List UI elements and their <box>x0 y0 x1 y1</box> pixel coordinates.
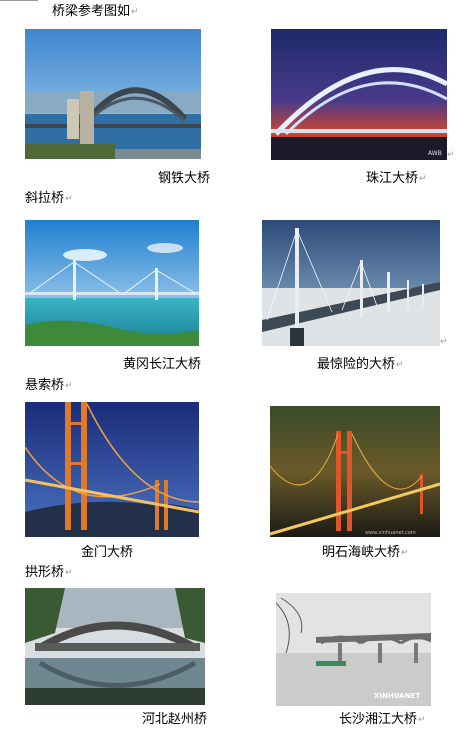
photo-most-thrilling-bridge <box>262 220 440 346</box>
document-title: 桥梁参考图如 <box>52 4 131 19</box>
caption-steel-bridge: 钢铁大桥 <box>158 171 211 186</box>
section-heading-cable-stayed: 斜拉桥 <box>25 191 65 206</box>
watermark-xinhuanet-url: www.xinhuanet.com <box>365 530 416 536</box>
caption-line: 钢铁大桥 <box>158 171 210 187</box>
caption-line: 长沙湘江大桥↵ <box>339 712 426 728</box>
paragraph-mark: ↵ <box>65 381 73 391</box>
caption-line: 河北赵州桥 <box>142 712 207 728</box>
caption-huanggang-bridge: 黄冈长江大桥 <box>123 357 202 372</box>
caption-line: 黄冈长江大桥 <box>123 357 201 373</box>
caption-line: 珠江大桥↵ <box>366 171 427 187</box>
paragraph-mark: ↵ <box>440 337 448 347</box>
photo-huanggang-bridge <box>25 220 199 346</box>
paragraph-mark: ↵ <box>65 568 73 578</box>
section-heading-line: 斜拉桥↵ <box>25 191 73 207</box>
photo-akashi-bridge: www.xinhuanet.com <box>270 406 440 537</box>
caption-golden-gate-bridge: 金门大桥 <box>81 545 134 560</box>
caption-zhujiang-bridge: 珠江大桥 <box>366 171 419 186</box>
paragraph-mark: ↵ <box>447 150 455 160</box>
photo-zhujiang-bridge: AWB <box>271 29 447 160</box>
photo-golden-gate-bridge <box>25 402 199 537</box>
document-title-line: 桥梁参考图如↵ <box>52 4 139 20</box>
paragraph-mark: ↵ <box>65 194 73 204</box>
caption-akashi-bridge: 明石海峡大桥 <box>322 545 401 560</box>
caption-line: 最惊险的大桥↵ <box>317 357 404 373</box>
photo-zhaozhou-bridge <box>25 588 205 705</box>
watermark-awb: AWB <box>428 150 442 157</box>
paragraph-mark: ↵ <box>396 360 404 370</box>
section-heading-line: 拱形桥↵ <box>25 565 73 581</box>
paragraph-mark: ↵ <box>401 548 409 558</box>
caption-line: 明石海峡大桥↵ <box>322 545 409 561</box>
caption-zhaozhou-bridge: 河北赵州桥 <box>142 712 208 727</box>
section-heading-arch: 拱形桥 <box>25 565 65 580</box>
section-heading-line: 悬索桥↵ <box>25 378 73 394</box>
caption-line: 金门大桥 <box>81 545 133 561</box>
paragraph-mark: ↵ <box>418 715 426 725</box>
top-rule <box>0 0 38 1</box>
paragraph-mark: ↵ <box>131 7 139 17</box>
photo-xiangjiang-bridge: XINHUANET <box>276 593 431 706</box>
caption-xiangjiang-bridge: 长沙湘江大桥 <box>339 712 418 727</box>
caption-most-thrilling-bridge: 最惊险的大桥 <box>317 357 396 372</box>
watermark-xinhuanet: XINHUANET <box>374 692 420 700</box>
photo-steel-bridge <box>25 29 201 159</box>
section-heading-suspension: 悬索桥 <box>25 378 65 393</box>
paragraph-mark: ↵ <box>419 174 427 184</box>
